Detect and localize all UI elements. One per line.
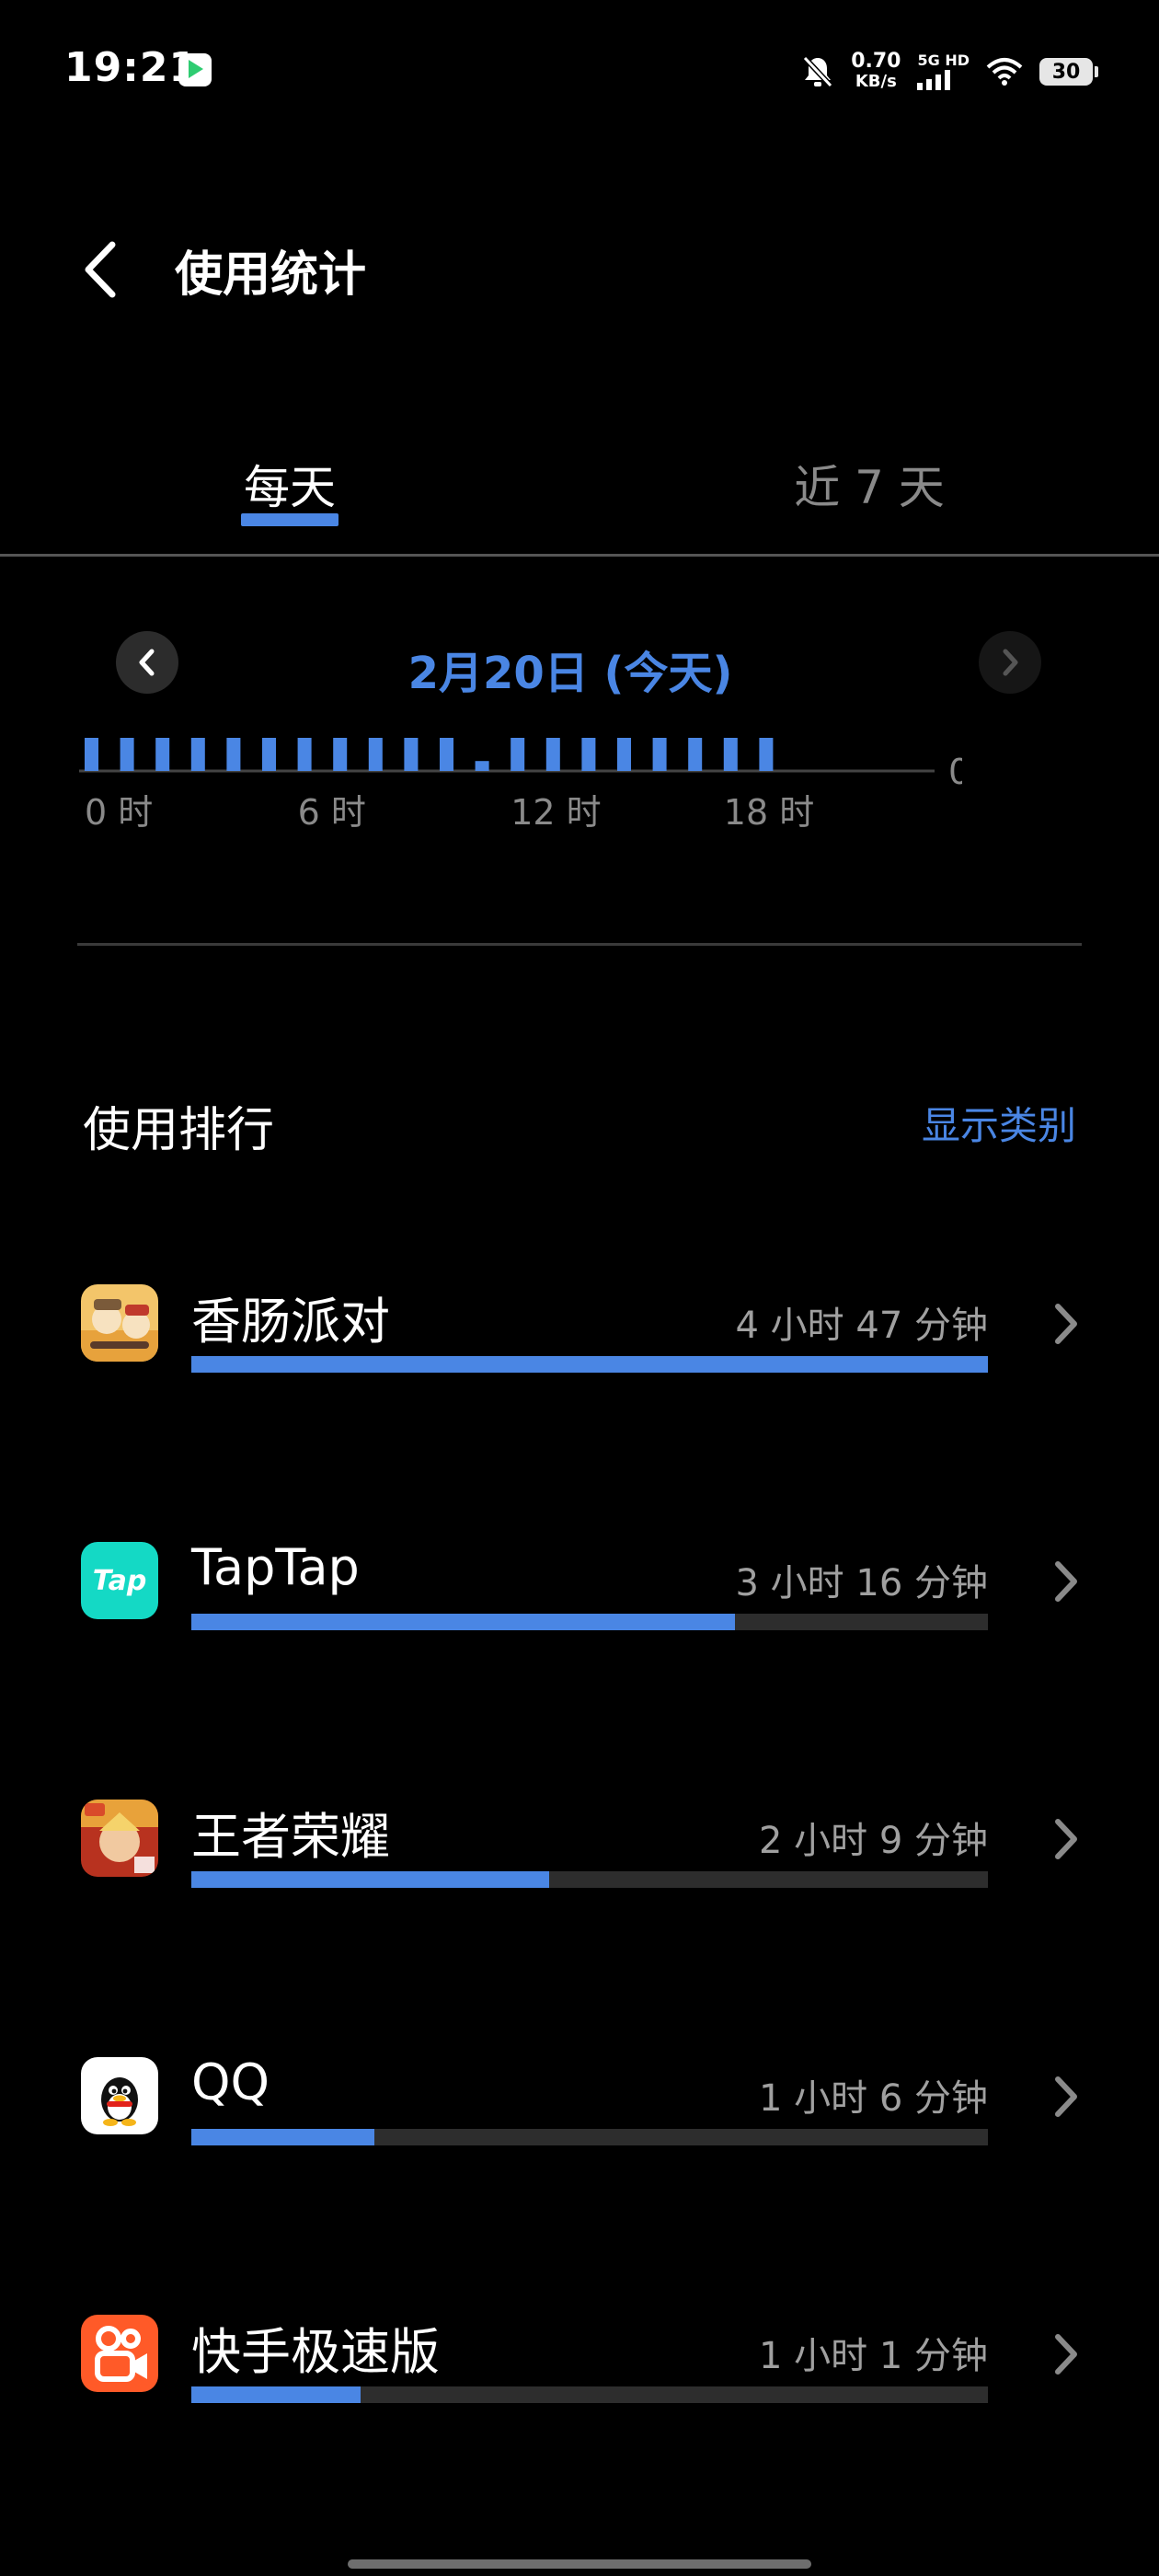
- mute-bell-icon: [803, 55, 833, 88]
- kuaishou-icon: [81, 2315, 158, 2392]
- hour-bar-18: [723, 738, 738, 771]
- app-usage-time: 4 小时 47 分钟: [735, 1305, 989, 1347]
- app-row[interactable]: 快手极速版 1 小时 1 分钟: [0, 2315, 1159, 2499]
- x-tick-label: 6 时: [298, 792, 366, 833]
- usage-bar-fill: [191, 1871, 550, 1888]
- tab-daily[interactable]: 每天: [152, 451, 428, 517]
- hour-bar-15: [617, 738, 631, 771]
- hour-bar-5: [262, 738, 276, 771]
- previous-day-button[interactable]: [116, 631, 178, 694]
- signal-group: 5G HD: [917, 53, 970, 90]
- honor-of-kings-icon: [81, 1800, 158, 1877]
- hour-bar-3: [190, 738, 205, 771]
- usage-bar-track: [191, 1871, 988, 1888]
- hour-bar-1: [120, 738, 134, 771]
- usage-bar-track: [191, 1356, 988, 1373]
- hour-bar-2: [155, 738, 170, 771]
- home-indicator[interactable]: [348, 2559, 811, 2569]
- qq-penguin-icon: [81, 2057, 158, 2134]
- chevron-left-icon: [139, 649, 155, 676]
- x-tick-label: 12 时: [511, 792, 601, 833]
- hour-bar-4: [226, 738, 241, 771]
- app-name: 香肠派对: [191, 1293, 390, 1351]
- chevron-right-icon: [1055, 2076, 1077, 2117]
- hour-bar-13: [545, 738, 560, 771]
- show-category-button[interactable]: 显示类别: [922, 1095, 1076, 1151]
- app-name: TapTap: [191, 1538, 360, 1596]
- hour-bar-6: [297, 738, 312, 771]
- status-indicators: 0.70 KB/s 5G HD 30: [801, 46, 1098, 98]
- app-notification-icon: [178, 53, 212, 86]
- chevron-right-icon: [1055, 2334, 1077, 2375]
- page-title: 使用统计: [175, 247, 367, 303]
- usage-bar-fill: [191, 2129, 375, 2145]
- hour-bar-17: [688, 738, 703, 771]
- x-tick-label: 18 时: [724, 792, 814, 833]
- app-row[interactable]: QQ 1 小时 6 分钟: [0, 2053, 1159, 2241]
- hour-bar-11: [475, 761, 489, 771]
- app-row[interactable]: 王者荣耀 2 小时 9 分钟: [0, 1800, 1159, 1984]
- app-row[interactable]: 香肠派对 4 小时 47 分钟: [0, 1284, 1159, 1468]
- x-tick-label: 0 时: [85, 792, 153, 833]
- y-axis-label: 0: [948, 752, 962, 792]
- network-speed: 0.70 KB/s: [851, 52, 901, 92]
- hour-bar-19: [759, 738, 774, 771]
- app-usage-time: 1 小时 6 分钟: [758, 2077, 988, 2120]
- usage-bar-fill: [191, 1614, 736, 1630]
- usage-bar-track: [191, 1614, 988, 1630]
- taptap-icon: Tap: [81, 1542, 158, 1619]
- chevron-right-icon: [1003, 649, 1018, 676]
- wifi-icon: [986, 58, 1023, 86]
- hour-bar-7: [333, 738, 348, 771]
- usage-bar-track: [191, 2129, 988, 2145]
- tab-last-7-days[interactable]: 近 7 天: [731, 451, 1007, 517]
- chevron-right-icon: [1055, 1304, 1077, 1344]
- tab-divider: [0, 554, 1159, 557]
- next-day-button[interactable]: [979, 631, 1041, 694]
- battery-icon: 30: [1039, 58, 1098, 86]
- sausage-party-icon: [81, 1284, 158, 1362]
- back-button[interactable]: [75, 237, 131, 302]
- hour-bar-16: [652, 738, 667, 771]
- hour-bar-0: [85, 738, 98, 771]
- hour-bar-8: [368, 738, 383, 771]
- hour-bar-14: [581, 738, 596, 771]
- ranking-title: 使用排行: [83, 1103, 275, 1158]
- usage-bar-track: [191, 2386, 988, 2403]
- hourly-usage-chart: 0 时 6 时 12 时 18 时 0: [79, 738, 962, 833]
- app-usage-time: 2 小时 9 分钟: [758, 1820, 988, 1862]
- app-usage-time: 3 小时 16 分钟: [735, 1562, 989, 1604]
- usage-bar-fill: [191, 2386, 361, 2403]
- app-name: 快手极速版: [191, 2323, 440, 2381]
- chevron-right-icon: [1055, 1561, 1077, 1602]
- section-divider: [77, 943, 1082, 946]
- hour-bar-9: [404, 738, 419, 771]
- usage-bar-fill: [191, 1356, 988, 1373]
- app-usage-time: 1 小时 1 分钟: [758, 2335, 988, 2377]
- speed-value: 0.70: [851, 50, 901, 73]
- app-name: QQ: [191, 2053, 270, 2111]
- chevron-right-icon: [1055, 1819, 1077, 1859]
- hour-bar-12: [511, 738, 525, 771]
- signal-icon: [917, 70, 951, 90]
- speed-unit: KB/s: [855, 72, 897, 91]
- app-row[interactable]: Tap TapTap 3 小时 16 分钟: [0, 1538, 1159, 1726]
- date-label: 2月20日 (今天): [407, 648, 733, 699]
- active-tab-indicator: [241, 513, 339, 526]
- taptap-logo-text: Tap: [92, 1564, 147, 1597]
- app-name: 王者荣耀: [191, 1808, 390, 1866]
- network-type: 5G HD: [917, 52, 970, 69]
- hour-bar-10: [440, 738, 453, 771]
